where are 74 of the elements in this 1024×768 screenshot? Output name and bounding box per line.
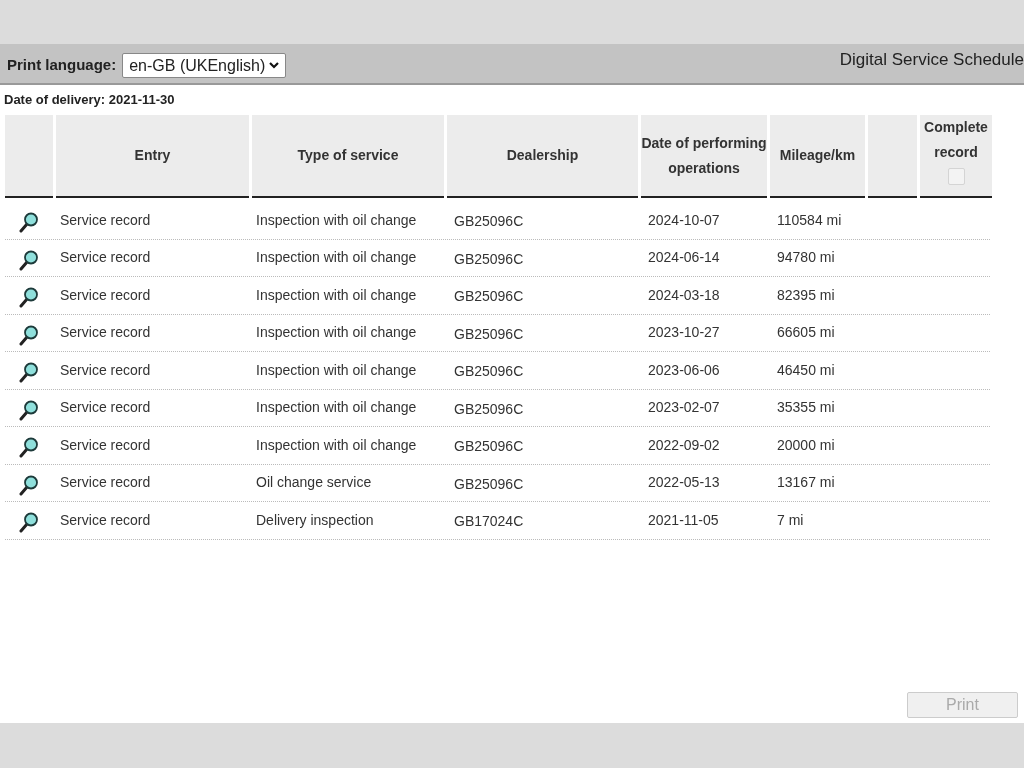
dealership-cell-text: GB25096C (453, 437, 525, 457)
entry-cell-text: Service record (59, 285, 152, 305)
service-type-cell-text: Inspection with oil change (255, 210, 418, 230)
dealership-cell-text: GB25096C (453, 399, 525, 419)
date-cell-text: 2023-10-27 (647, 323, 721, 343)
service-type-cell-text: Inspection with oil change (255, 323, 418, 343)
column-header: Dealership (447, 115, 638, 198)
mileage-cell-text: 35355 mi (776, 398, 836, 418)
date-cell-text: 2024-06-14 (647, 248, 721, 268)
mileage-cell-text: 13167 mi (776, 473, 836, 493)
dealership-cell-text: GB25096C (453, 249, 525, 269)
column-header: Mileage/km (770, 115, 865, 198)
mileage-cell-text: 82395 mi (776, 285, 836, 305)
mileage-cell-text: 7 mi (776, 510, 805, 530)
magnifier-icon[interactable] (18, 361, 40, 384)
entry-cell-text: Service record (59, 360, 152, 380)
column-header-text: Complete record (923, 118, 989, 162)
language-dropdown[interactable]: en-GB (UKEnglish) (122, 53, 287, 78)
mileage-cell-text: 46450 mi (776, 360, 836, 380)
table-row[interactable]: Service record Inspection with oil change GB25096C 2023-06-06 46450 mi (5, 352, 990, 390)
date-cell-text: 2023-02-07 (647, 398, 721, 418)
dealership-cell-text: GB17024C (453, 512, 525, 532)
entry-cell-text: Service record (59, 510, 152, 530)
magnifier-icon[interactable] (18, 248, 40, 271)
dealership-cell-text: GB25096C (453, 287, 525, 307)
entry-cell-text: Service record (59, 210, 152, 230)
chevron-down-icon (269, 62, 280, 69)
date-cell-text: 2021-11-05 (647, 510, 720, 530)
mileage-cell-text: 94780 mi (776, 248, 836, 268)
page-title: Digital Service Schedule (839, 49, 1024, 71)
column-header: Date of performing operations (641, 115, 767, 198)
magnifier-icon[interactable] (18, 323, 40, 346)
dealership-cell-text: GB25096C (453, 212, 525, 232)
date-cell-text: 2024-03-18 (647, 285, 721, 305)
table-row[interactable]: Service record Inspection with oil change GB25096C 2024-06-14 94780 mi (5, 239, 990, 277)
magnifier-icon[interactable] (18, 511, 40, 534)
service-type-cell-text: Delivery inspection (255, 510, 375, 530)
magnifier-icon[interactable] (18, 398, 40, 421)
language-label: Print language: (7, 55, 117, 76)
entry-cell-text: Service record (59, 248, 152, 268)
date-cell-text: 2022-05-13 (647, 473, 721, 493)
service-type-cell-text: Oil change service (255, 473, 373, 493)
service-type-cell-text: Inspection with oil change (255, 360, 418, 380)
magnifier-icon[interactable] (18, 473, 40, 496)
column-header: Type of service (252, 115, 444, 198)
table-row[interactable]: Service record Inspection with oil change GB25096C 2024-03-18 82395 mi (5, 277, 990, 315)
table-row[interactable]: Service record Delivery inspection GB17024C 2021-11-05 7 mi (5, 502, 990, 540)
table-row[interactable]: Service record Inspection with oil change GB25096C 2023-10-27 66605 mi (5, 314, 990, 352)
entry-cell-text: Service record (59, 323, 152, 343)
dealership-cell-text: GB25096C (453, 474, 525, 494)
mileage-cell-text: 110584 mi (776, 210, 843, 230)
magnifier-icon[interactable] (18, 211, 40, 234)
mileage-cell-text: 66605 mi (776, 323, 836, 343)
service-type-cell-text: Inspection with oil change (255, 398, 418, 418)
entry-cell-text: Service record (59, 398, 152, 418)
entry-cell-text: Service record (59, 435, 152, 455)
delivery-date: Date of delivery: 2021-11-30 (4, 91, 176, 109)
date-cell-text: 2022-09-02 (647, 435, 721, 455)
mileage-cell-text: 20000 mi (776, 435, 836, 455)
dealership-cell-text: GB25096C (453, 324, 525, 344)
service-type-cell-text: Inspection with oil change (255, 248, 418, 268)
column-header: Entry (56, 115, 249, 198)
magnifier-icon[interactable] (18, 436, 40, 459)
magnifier-icon[interactable] (18, 286, 40, 309)
service-type-cell-text: Inspection with oil change (255, 435, 418, 455)
service-type-cell-text: Inspection with oil change (255, 285, 418, 305)
table-row[interactable]: Service record Inspection with oil change GB25096C 2023-02-07 35355 mi (5, 389, 990, 427)
date-cell-text: 2024-10-07 (647, 210, 721, 230)
entry-cell-text: Service record (59, 473, 152, 493)
table-row[interactable]: Service record Oil change service GB25096C 2022-05-13 13167 mi (5, 464, 990, 502)
date-cell-text: 2023-06-06 (647, 360, 721, 380)
dealership-cell-text: GB25096C (453, 362, 525, 382)
table-row[interactable]: Service record Inspection with oil change GB25096C 2024-10-07 110584 mi (5, 202, 990, 240)
table-row[interactable]: Service record Inspection with oil change GB25096C 2022-09-02 20000 mi (5, 427, 990, 465)
